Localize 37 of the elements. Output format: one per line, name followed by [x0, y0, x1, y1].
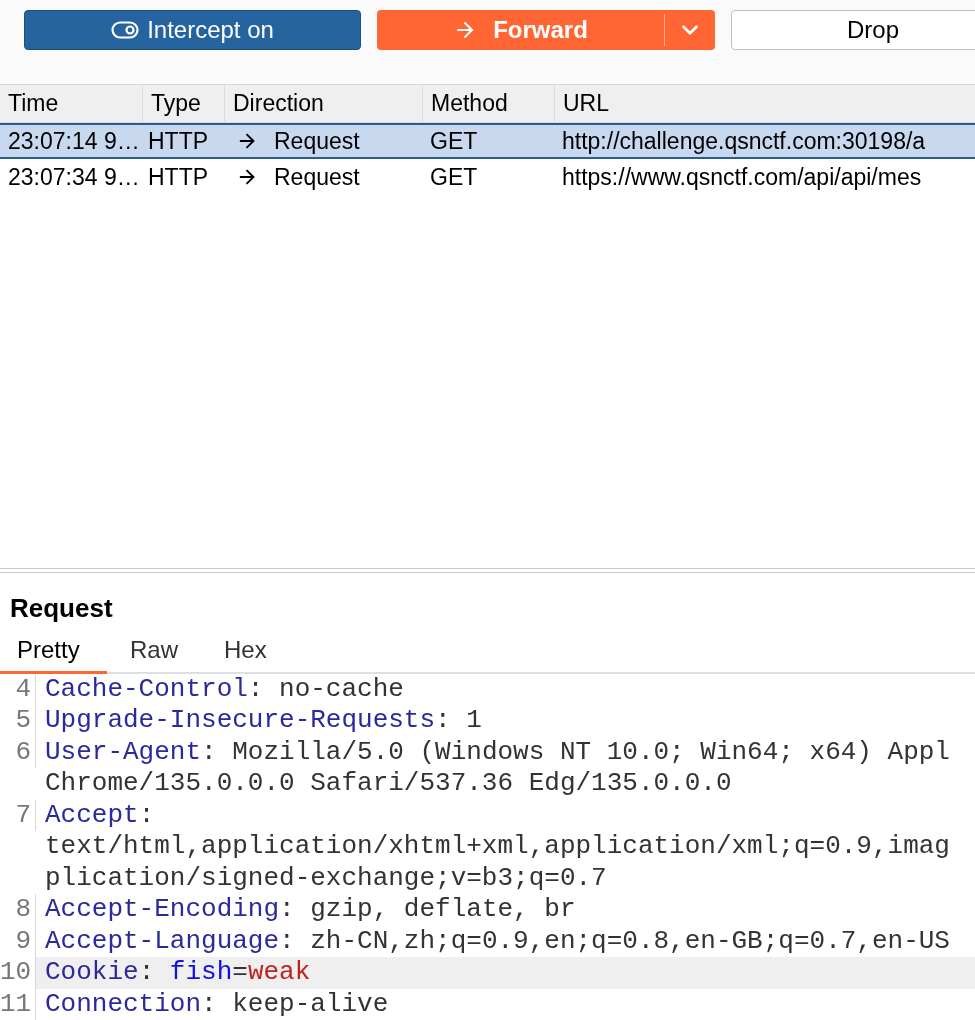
table-cell-text: HTTP: [147, 162, 210, 192]
intercept-toggle-button[interactable]: Intercept on: [24, 10, 361, 50]
column-header[interactable]: Time: [0, 85, 142, 122]
code-line: User-Agent: Mozilla/5.0 (Windows NT 10.0; Win64; x64) Appl Chrome/135.0.0.0 Safari/537.36 Edg/135.0.0.0: [44, 736, 951, 800]
code-line: Accept-Encoding: gzip, deflate, br: [44, 894, 577, 926]
line-number: 7: [0, 799, 36, 831]
line-number: 5: [0, 705, 36, 737]
line-number: 8: [0, 894, 36, 926]
table-cell-text: GET: [429, 162, 479, 192]
drop-button[interactable]: Drop: [731, 10, 975, 50]
column-header[interactable]: Type: [142, 85, 224, 122]
column-header[interactable]: Method: [422, 85, 554, 122]
toggle-icon: [111, 21, 140, 39]
tab[interactable]: Pretty: [0, 629, 107, 674]
code-line: Cache-Control: no-cache: [44, 673, 405, 705]
code-line: Accept-Language: zh-CN,zh;q=0.9,en;q=0.8,en-GB;q=0.7,en-US: [44, 925, 951, 957]
line-number: 4: [0, 673, 36, 705]
column-header[interactable]: Direction: [224, 85, 422, 122]
line-number: 9: [0, 925, 36, 957]
code-line: Accept: text/html,application/xhtml+xml,application/xml;q=0.9,imag plication/signed-exchange;v=b3;q=0.7: [44, 799, 951, 894]
table-cell-text: Request: [274, 126, 360, 156]
table-cell-text: http://challenge.qsnctf.com:30198/a: [561, 126, 927, 156]
line-number: 6: [0, 736, 36, 768]
table-row[interactable]: 23:07:14 9… HTTP Request GET http://challenge.qsnctf.com:30198/a: [0, 123, 975, 159]
table-cell-text: GET: [429, 126, 479, 156]
code-line: Upgrade-Insecure-Requests: 1: [44, 705, 483, 737]
table-cell-text: HTTP: [147, 126, 210, 156]
table-cell-text: 23:07:14 9…: [7, 126, 141, 156]
table-cell-text: https://www.qsnctf.com/api/api/mes: [561, 162, 923, 192]
line-number: 11: [0, 988, 36, 1020]
panel-title: Request: [10, 592, 113, 623]
column-header[interactable]: URL: [554, 85, 975, 122]
table-cell-text: Request: [274, 162, 360, 192]
code-line: Connection: keep-alive: [44, 988, 390, 1020]
tab[interactable]: Raw: [107, 629, 201, 674]
tab[interactable]: Hex: [201, 629, 290, 674]
table-cell-text: 23:07:34 9…: [7, 162, 141, 192]
